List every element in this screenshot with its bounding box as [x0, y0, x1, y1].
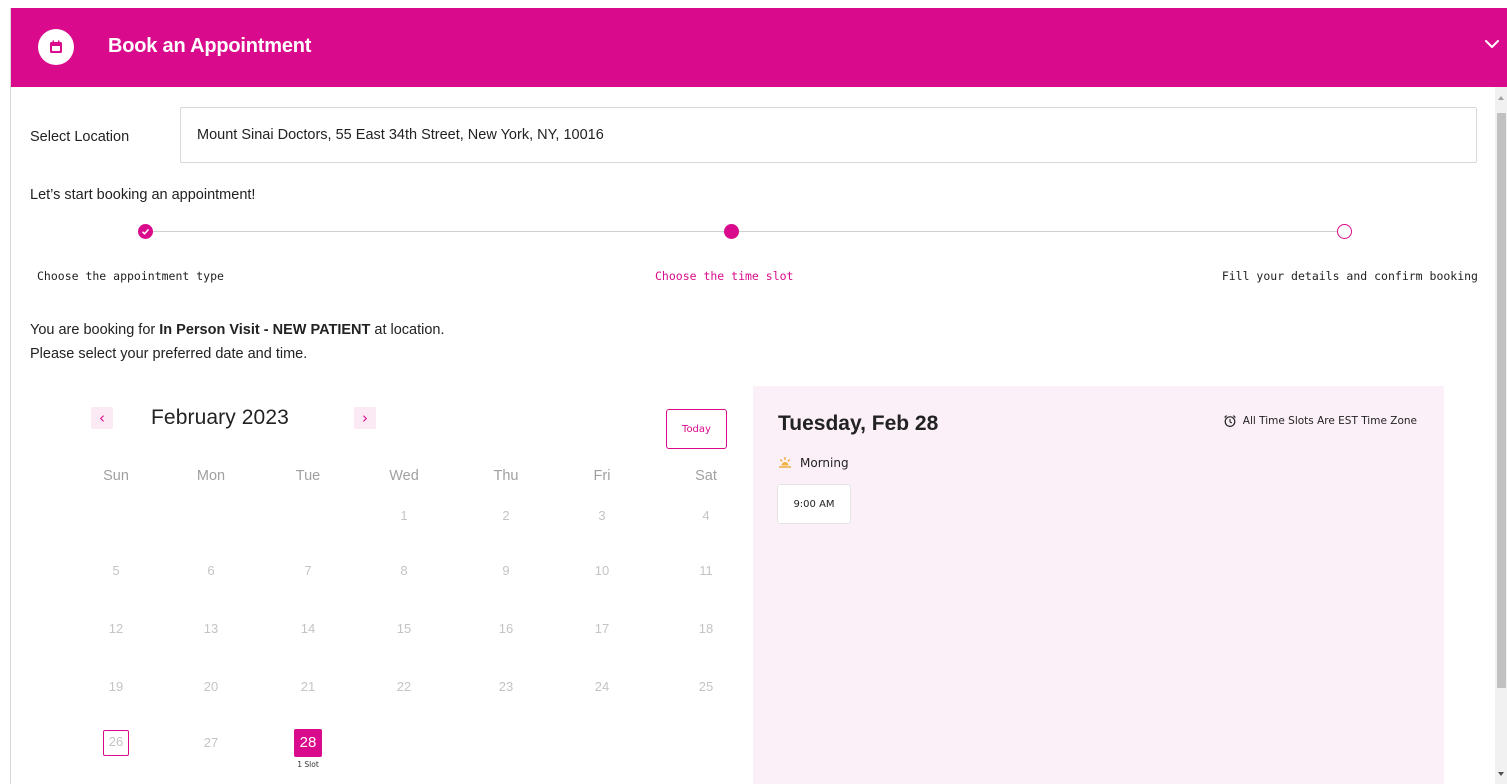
selected-date-title: Tuesday, Feb 28: [778, 412, 939, 435]
intro-text: Let’s start booking an appointment!: [30, 187, 256, 203]
next-month-button[interactable]: ›: [354, 407, 376, 429]
widget-title: Book an Appointment: [108, 35, 312, 57]
chevron-left-icon: ‹: [99, 409, 105, 427]
visit-type: In Person Visit - NEW PATIENT: [159, 322, 371, 338]
widget-header[interactable]: Book an Appointment: [11, 8, 1507, 87]
calendar-day: 25: [698, 679, 714, 694]
calendar-day: 27: [203, 735, 219, 750]
step-connector: [153, 231, 728, 232]
date-picker: ‹ February 2023 › Today Sun Mon Tue Wed Thu F…: [71, 396, 741, 784]
weekday-header: Sat: [695, 468, 717, 484]
month-label: February 2023: [151, 406, 289, 429]
calendar-day: 5: [112, 563, 120, 578]
time-slot-button[interactable]: 9:00 AM: [777, 484, 851, 524]
step-complete-icon: [138, 224, 153, 239]
booking-summary: You are booking for In Person Visit - NE…: [30, 318, 445, 366]
weekday-header: Fri: [593, 468, 611, 484]
booking-widget: Book an Appointment Select Location Let’…: [10, 8, 1507, 784]
calendar-day: 10: [594, 563, 610, 578]
weekday-header: Mon: [196, 468, 226, 484]
calendar-day: 11: [699, 563, 713, 578]
timezone-text: All Time Slots Are EST Time Zone: [1242, 415, 1417, 427]
slot-count-label: 1 Slot: [297, 760, 319, 769]
weekday-header: Sun: [103, 468, 129, 484]
location-select[interactable]: [180, 107, 1477, 163]
weekday-header: Tue: [295, 468, 321, 484]
calendar-day: 4: [702, 508, 710, 523]
sunrise-icon: [779, 457, 791, 468]
chevron-down-icon[interactable]: [1482, 34, 1502, 54]
calendar-day: 1: [400, 508, 408, 523]
progress-stepper: Choose the appointment type Choose the t…: [11, 222, 1507, 283]
calendar-day: 3: [598, 508, 606, 523]
alarm-clock-icon: [1223, 415, 1236, 428]
step-connector: [739, 231, 1344, 232]
booking-prefix: You are booking for: [30, 322, 160, 338]
scroll-up-arrow-icon[interactable]: [1498, 96, 1504, 100]
calendar-day: 13: [203, 621, 219, 636]
calendar-day: 23: [498, 679, 514, 694]
step-label-details: Fill your details and confirm booking: [1221, 269, 1478, 283]
booking-summary-line1: You are booking for In Person Visit - NE…: [30, 318, 445, 342]
booking-summary-line2: Please select your preferred date and ti…: [30, 346, 308, 362]
calendar-day-selected[interactable]: 28: [294, 729, 322, 757]
calendar-day: 12: [108, 621, 124, 636]
weekday-header: Wed: [389, 468, 419, 484]
step-pending-icon: [1337, 224, 1352, 239]
step-current-icon: [724, 224, 739, 239]
weekday-header: Thu: [493, 468, 519, 484]
scroll-down-arrow-icon[interactable]: [1498, 772, 1504, 776]
period-label: Morning: [800, 456, 849, 470]
calendar-day: 19: [108, 679, 124, 694]
calendar-day: 9: [502, 563, 510, 578]
timezone-note: All Time Slots Are EST Time Zone: [1223, 414, 1417, 428]
chevron-right-icon: ›: [362, 409, 368, 427]
calendar-icon: [38, 29, 74, 65]
location-label: Select Location: [30, 129, 130, 145]
time-slot-panel: Tuesday, Feb 28 All Time Slots Are EST T…: [753, 386, 1444, 784]
calendar-day: 21: [300, 679, 316, 694]
calendar-day: 20: [203, 679, 219, 694]
calendar-day: 24: [594, 679, 610, 694]
scrollbar-thumb[interactable]: [1497, 113, 1506, 688]
calendar-day: 14: [300, 621, 316, 636]
step-label-timeslot: Choose the time slot: [655, 269, 794, 283]
calendar-day: 16: [498, 621, 514, 636]
period-morning: Morning: [778, 456, 849, 470]
today-button[interactable]: Today: [666, 409, 727, 449]
calendar-day-today: 26: [103, 730, 129, 756]
calendar-day: 15: [396, 621, 412, 636]
calendar-day: 7: [304, 563, 312, 578]
booking-suffix: at location.: [370, 322, 445, 338]
calendar-day: 8: [400, 563, 408, 578]
calendar-day: 17: [594, 621, 610, 636]
calendar-day: 6: [207, 563, 215, 578]
calendar-day: 2: [502, 508, 510, 523]
scrollbar[interactable]: [1495, 87, 1507, 784]
calendar-day: 18: [698, 621, 714, 636]
calendar-day: 22: [396, 679, 412, 694]
prev-month-button[interactable]: ‹: [91, 407, 113, 429]
step-label-type: Choose the appointment type: [37, 269, 224, 283]
